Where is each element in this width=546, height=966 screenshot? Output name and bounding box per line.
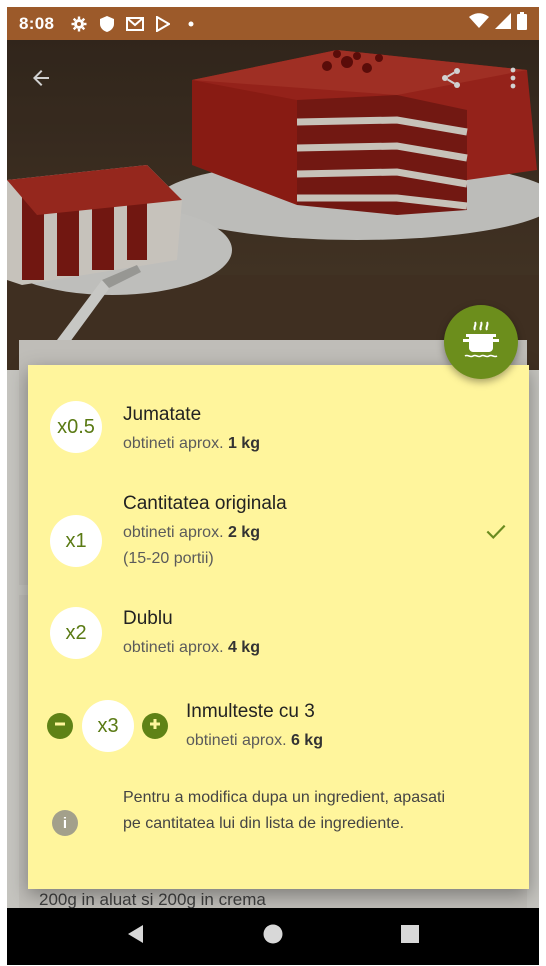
yield-prefix: obtineti aprox. xyxy=(123,639,228,656)
yield-amount: 4 kg xyxy=(227,639,260,656)
wifi-icon xyxy=(469,13,489,34)
more-vert-icon xyxy=(509,66,517,95)
multiplier-badge: x3 xyxy=(82,700,134,752)
portion-size-popup: x0.5 Jumatate obtineti aprox. 1 kg x1 Ca… xyxy=(28,365,529,889)
yield-prefix: obtineti aprox. xyxy=(123,524,228,541)
yield-amount: 2 kg xyxy=(227,524,260,541)
option-title: Jumatate xyxy=(123,404,202,425)
option-yield: obtineti aprox. 2 kg xyxy=(123,524,260,542)
share-button[interactable] xyxy=(431,60,471,100)
triangle-back-icon xyxy=(127,925,143,943)
portion-option-double[interactable]: x2 Dublu obtineti aprox. 4 kg xyxy=(28,585,529,680)
portion-option-half[interactable]: x0.5 Jumatate obtineti aprox. 1 kg xyxy=(28,365,529,475)
ingredient-note: 200g in aluat si 200g in crema xyxy=(39,890,266,909)
minus-icon xyxy=(53,717,67,736)
option-yield: obtineti aprox. 6 kg xyxy=(186,732,323,750)
cooking-pot-icon xyxy=(462,320,500,364)
multiplier-badge: x0.5 xyxy=(50,401,102,453)
decrease-multiplier-button[interactable] xyxy=(47,713,73,739)
yield-amount: 6 kg xyxy=(290,732,323,749)
yield-prefix: obtineti aprox. xyxy=(186,732,291,749)
circle-home-icon xyxy=(263,924,283,944)
square-recents-icon xyxy=(401,925,420,943)
back-button[interactable] xyxy=(21,60,61,100)
battery-icon xyxy=(517,12,527,35)
dot-icon xyxy=(180,15,202,33)
portion-option-custom[interactable]: x3 Inmulteste cu 3 obtineti aprox. 6 kg xyxy=(28,680,529,770)
option-title: Cantitatea originala xyxy=(123,493,287,514)
info-hint-text: Pentru a modifica dupa un ingredient, ap… xyxy=(123,789,445,832)
more-options-button[interactable] xyxy=(493,60,533,100)
option-servings: (15-20 portii) xyxy=(123,550,214,567)
share-icon xyxy=(439,66,463,95)
nav-back-button[interactable] xyxy=(125,923,147,950)
yield-prefix: obtineti aprox. xyxy=(123,435,228,452)
status-bar: 8:08 xyxy=(7,7,539,40)
status-right-icons xyxy=(469,12,527,35)
system-navigation-bar xyxy=(7,908,539,965)
option-title: Inmulteste cu 3 xyxy=(186,701,315,722)
status-time: 8:08 xyxy=(19,13,55,33)
cook-mode-button[interactable] xyxy=(444,305,518,379)
nav-home-button[interactable] xyxy=(262,923,284,950)
multiplier-badge: x1 xyxy=(50,515,102,567)
gmail-icon xyxy=(124,15,146,33)
info-icon: i xyxy=(52,810,78,836)
option-yield: obtineti aprox. 1 kg xyxy=(123,435,260,453)
play-store-icon xyxy=(152,15,174,33)
portion-option-original[interactable]: x1 Cantitatea originala obtineti aprox. … xyxy=(28,475,529,585)
shield-icon xyxy=(96,15,118,33)
gear-icon xyxy=(68,15,90,33)
arrow-left-icon xyxy=(29,66,53,95)
yield-amount: 1 kg xyxy=(227,435,260,452)
nav-recents-button[interactable] xyxy=(399,923,421,950)
phone-screen: 8:08 200g in aluat si 200g in crema x0.5… xyxy=(7,7,539,965)
increase-multiplier-button[interactable] xyxy=(142,713,168,739)
option-title: Dublu xyxy=(123,608,173,629)
plus-icon xyxy=(148,717,162,736)
check-icon xyxy=(483,518,509,544)
signal-icon xyxy=(495,13,511,34)
option-yield: obtineti aprox. 4 kg xyxy=(123,639,260,657)
multiplier-badge: x2 xyxy=(50,607,102,659)
